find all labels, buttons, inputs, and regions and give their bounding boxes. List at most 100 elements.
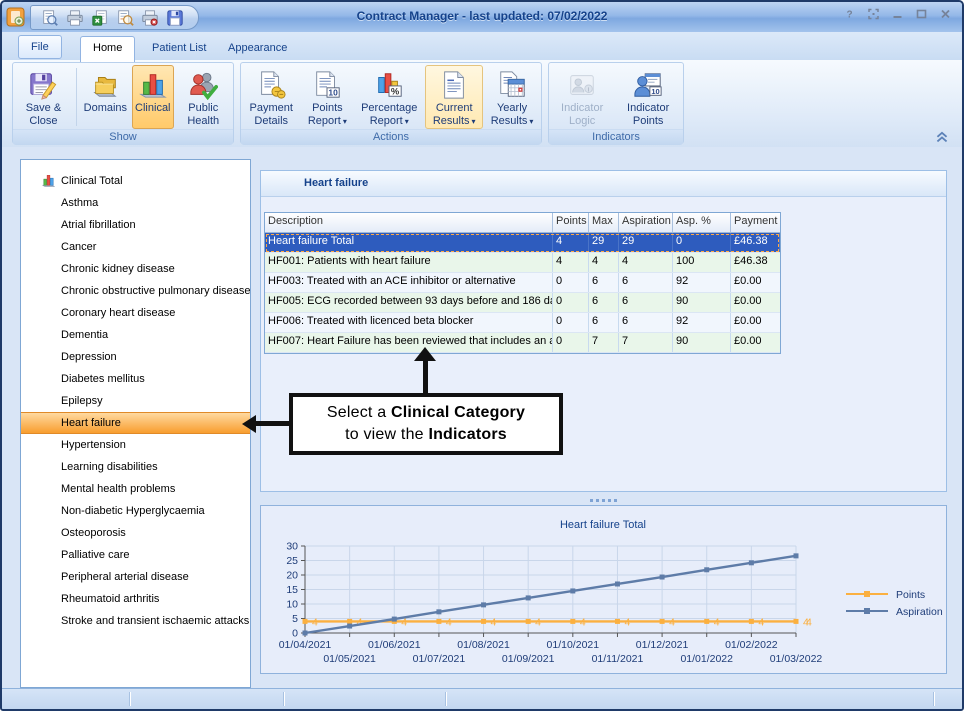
ribbon-collapse-button[interactable] xyxy=(934,130,950,143)
ribbon: Save & Close DomainsClinicalPublic Health… xyxy=(2,60,962,148)
ribbon-button-current-results[interactable]: Current Results▾ xyxy=(425,65,483,129)
fit-window-button[interactable] xyxy=(867,8,880,20)
dropdown-arrow-icon: ▾ xyxy=(343,117,347,126)
svg-text:Aspiration: Aspiration xyxy=(896,606,943,618)
sidebar-item-dementia[interactable]: Dementia xyxy=(21,324,250,346)
svg-text:01/03/2022: 01/03/2022 xyxy=(770,653,823,665)
table-cell: HF003: Treated with an ACE inhibitor or … xyxy=(265,273,553,292)
table-row-hf001[interactable]: HF001: Patients with heart failure444100… xyxy=(265,253,780,273)
ribbon-button-payment-details[interactable]: Payment Details xyxy=(243,65,299,129)
ribbon-button-label: Save & Close xyxy=(18,102,69,128)
ribbon-button-save-close[interactable]: Save & Close xyxy=(15,65,72,129)
ribbon-button-percentage-report[interactable]: %Percentage Report▾ xyxy=(355,65,423,129)
results-panel-header: Heart failure xyxy=(261,171,946,197)
svg-text:01/11/2021: 01/11/2021 xyxy=(592,653,644,665)
sidebar-item-heart-failure[interactable]: Heart failure xyxy=(21,412,250,434)
column-header-description[interactable]: Description xyxy=(265,213,553,232)
sidebar-item-osteoporosis[interactable]: Osteoporosis xyxy=(21,522,250,544)
table-cell: £0.00 xyxy=(731,313,780,332)
sidebar-item-depression[interactable]: Depression xyxy=(21,346,250,368)
help-button[interactable]: ? xyxy=(843,8,856,20)
tab-file[interactable]: File xyxy=(18,35,62,59)
table-row-hf006[interactable]: HF006: Treated with licenced beta blocke… xyxy=(265,313,780,333)
table-cell: £0.00 xyxy=(731,333,780,352)
ribbon-group-label: Indicators xyxy=(549,129,683,145)
table-cell: 90 xyxy=(673,333,731,352)
column-header-asp[interactable]: Asp. % xyxy=(673,213,731,232)
sidebar-item-rheumatoid-arthritis[interactable]: Rheumatoid arthritis xyxy=(21,588,250,610)
tab-home[interactable]: Home xyxy=(80,36,135,62)
sidebar-item-learning-disabilities[interactable]: Learning disabilities xyxy=(21,456,250,478)
svg-text:30: 30 xyxy=(286,541,298,553)
table-cell: 7 xyxy=(619,333,673,352)
print-button[interactable] xyxy=(66,9,84,27)
table-row-hf007[interactable]: HF007: Heart Failure has been reviewed t… xyxy=(265,333,780,353)
panel-splitter[interactable] xyxy=(260,496,947,505)
table-cell: 0 xyxy=(673,233,731,252)
table-row-hf003[interactable]: HF003: Treated with an ACE inhibitor or … xyxy=(265,273,780,293)
ribbon-button-label: Points Report▾ xyxy=(304,102,350,128)
sidebar-item-label: Chronic obstructive pulmonary disease xyxy=(61,285,251,297)
excel-export-button[interactable] xyxy=(91,9,109,27)
maximize-button[interactable] xyxy=(915,8,928,20)
table-cell: 0 xyxy=(553,293,589,312)
svg-text:4: 4 xyxy=(312,616,318,628)
ribbon-button-points-report[interactable]: 10Points Report▾ xyxy=(301,65,353,129)
table-cell: 0 xyxy=(553,313,589,332)
minimize-button[interactable] xyxy=(891,8,904,20)
dropdown-arrow-icon: ▾ xyxy=(529,117,533,126)
table-header-row: DescriptionPointsMaxAspirationAsp. %Paym… xyxy=(265,213,780,233)
table-row-hf005[interactable]: HF005: ECG recorded between 93 days befo… xyxy=(265,293,780,313)
close-button[interactable] xyxy=(939,8,952,20)
ribbon-group-show: Save & Close DomainsClinicalPublic Health… xyxy=(12,62,234,144)
app-menu-button[interactable] xyxy=(6,6,26,28)
sidebar-item-coronary-heart-disease[interactable]: Coronary heart disease xyxy=(21,302,250,324)
tab-appearance[interactable]: Appearance xyxy=(216,37,299,59)
table-cell: 0 xyxy=(553,273,589,292)
sidebar-item-atrial-fibrillation[interactable]: Atrial fibrillation xyxy=(21,214,250,236)
print-cancel-icon xyxy=(141,9,159,27)
svg-text:4: 4 xyxy=(446,616,452,628)
sidebar-item-stroke-and-transient-ischaemic-attacks[interactable]: Stroke and transient ischaemic attacks xyxy=(21,610,250,632)
sidebar-item-epilepsy[interactable]: Epilepsy xyxy=(21,390,250,412)
sidebar-item-cancer[interactable]: Cancer xyxy=(21,236,250,258)
column-header-aspiration[interactable]: Aspiration xyxy=(619,213,673,232)
sidebar-item-diabetes-mellitus[interactable]: Diabetes mellitus xyxy=(21,368,250,390)
ribbon-button-public-health[interactable]: Public Health xyxy=(176,65,231,129)
column-header-payment[interactable]: Payment xyxy=(731,213,780,232)
column-header-points[interactable]: Points xyxy=(553,213,589,232)
ribbon-button-clinical[interactable]: Clinical xyxy=(132,65,173,129)
report-preview-button[interactable] xyxy=(116,9,134,27)
sidebar-item-label: Peripheral arterial disease xyxy=(61,571,189,583)
sidebar-item-hypertension[interactable]: Hypertension xyxy=(21,434,250,456)
sidebar-item-asthma[interactable]: Asthma xyxy=(21,192,250,214)
column-header-max[interactable]: Max xyxy=(589,213,619,232)
sidebar-item-peripheral-arterial-disease[interactable]: Peripheral arterial disease xyxy=(21,566,250,588)
save-button[interactable] xyxy=(166,9,184,27)
ribbon-button-domains[interactable]: Domains xyxy=(81,65,130,129)
svg-text:10: 10 xyxy=(651,87,659,96)
svg-text:20: 20 xyxy=(286,570,298,582)
table-cell: £46.38 xyxy=(731,233,780,252)
ribbon-button-yearly-results[interactable]: Yearly Results▾ xyxy=(485,65,539,129)
sidebar-item-chronic-kidney-disease[interactable]: Chronic kidney disease xyxy=(21,258,250,280)
sidebar-item-non-diabetic-hyperglycaemia[interactable]: Non-diabetic Hyperglycaemia xyxy=(21,500,250,522)
table-row-heart-failure-total[interactable]: Heart failure Total429290£46.38 xyxy=(265,233,780,253)
svg-text:5: 5 xyxy=(292,613,298,625)
sidebar-item-chronic-obstructive-pulmonary-disease[interactable]: Chronic obstructive pulmonary disease xyxy=(21,280,250,302)
sidebar-item-clinical-total[interactable]: Clinical Total xyxy=(21,170,250,192)
ribbon-button-indicator-points[interactable]: 10Indicator Points xyxy=(615,65,681,129)
clinical-icon xyxy=(138,70,168,100)
svg-text:01/05/2021: 01/05/2021 xyxy=(323,653,376,665)
svg-text:10: 10 xyxy=(286,599,298,611)
sidebar-item-palliative-care[interactable]: Palliative care xyxy=(21,544,250,566)
sidebar-item-mental-health-problems[interactable]: Mental health problems xyxy=(21,478,250,500)
print-cancel-button[interactable] xyxy=(141,9,159,27)
contract-manager-window: Contract Manager - last updated: 07/02/2… xyxy=(0,0,964,711)
tab-patient-list[interactable]: Patient List xyxy=(140,37,218,59)
ribbon-button-indicator-logic: iIndicator Logic xyxy=(551,65,613,129)
table-cell: £0.00 xyxy=(731,293,780,312)
annotation-callout: Select a Clinical Category to view the I… xyxy=(289,393,563,455)
sidebar-item-label: Hypertension xyxy=(61,439,126,451)
print-preview-button[interactable] xyxy=(41,9,59,27)
